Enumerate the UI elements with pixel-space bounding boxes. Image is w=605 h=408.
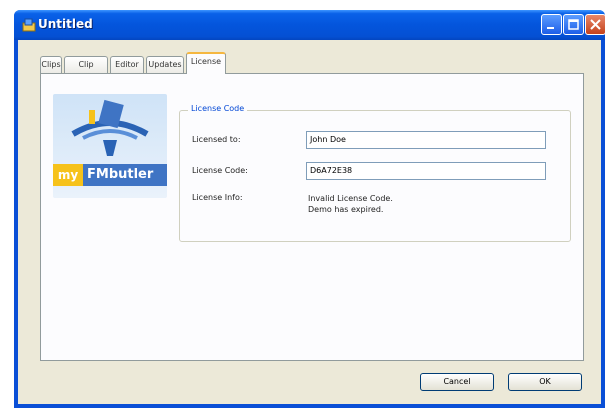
group-title: License Code [188,104,248,113]
close-icon [590,19,601,30]
license-code-group: License Code Licensed to: John Doe Licen… [179,104,571,242]
app-icon [22,18,36,32]
product-logo: my FMbutler [53,94,167,198]
tab-clips[interactable]: Clips [40,56,62,73]
license-info-label: License Info: [192,193,243,202]
cancel-button[interactable]: Cancel [420,373,494,391]
licensed-to-label: Licensed to: [192,135,241,144]
license-code-label: License Code: [192,166,248,175]
main-window: Untitled Clips Clip History Editor Updat… [14,10,605,408]
logo-my-text: my [53,164,83,186]
tab-clip-history[interactable]: Clip History [64,56,108,85]
license-info-line-1: Invalid License Code. [308,194,393,203]
logo-wordmark: my FMbutler [53,164,167,186]
maximize-button[interactable] [563,14,584,35]
logo-brand-text: FMbutler [83,164,167,186]
butler-logo-icon [71,99,149,156]
ok-button[interactable]: OK [508,373,582,391]
licensed-to-field[interactable]: John Doe [306,131,546,149]
license-tab-panel: my FMbutler License Code Licensed to: Jo… [40,73,584,361]
tab-updates[interactable]: Updates [146,56,184,73]
close-button[interactable] [585,14,605,35]
license-info-line-2: Demo has expired. [308,205,384,214]
window-title: Untitled [38,17,93,31]
minimize-button[interactable] [541,14,562,35]
license-code-field[interactable]: D6A72E38 [306,162,546,180]
minimize-icon [547,27,554,29]
tab-license[interactable]: License [186,52,226,74]
tab-editor[interactable]: Editor [110,56,144,73]
title-bar[interactable]: Untitled [14,10,605,40]
maximize-icon [568,19,579,30]
license-info-text: Invalid License Code. Demo has expired. [308,193,393,215]
